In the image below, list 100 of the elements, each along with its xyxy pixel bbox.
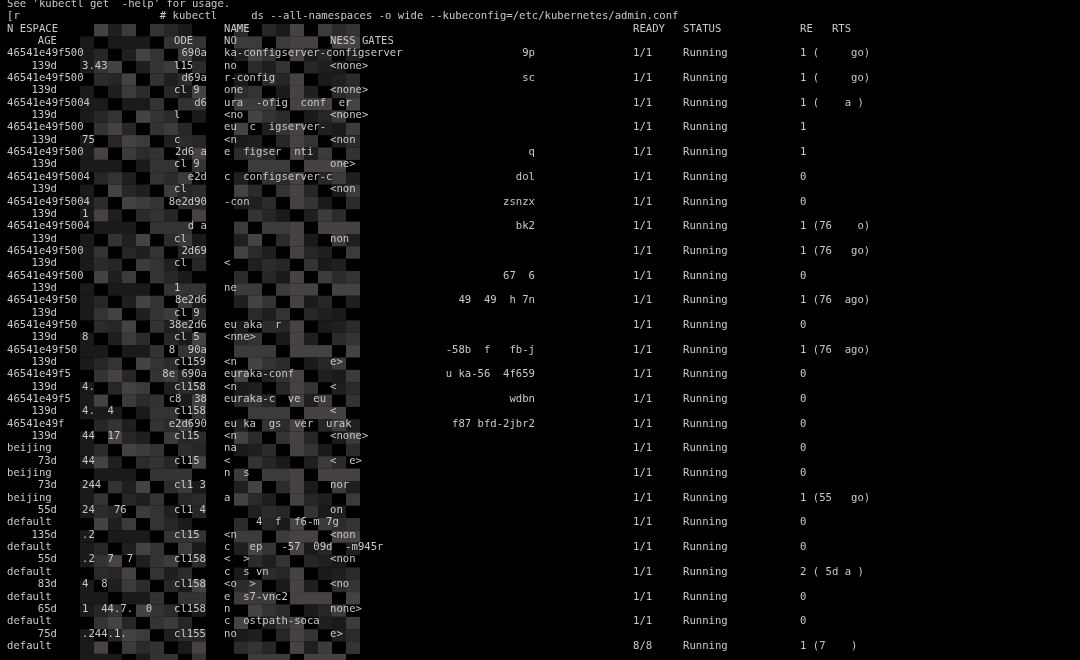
table-cell: 1 (76 o) xyxy=(800,219,871,232)
table-cell: euraka-c ve eu xyxy=(224,392,327,405)
table-cell: d a xyxy=(187,219,207,232)
table-cell: 65d xyxy=(37,601,57,614)
table-cell: Running xyxy=(683,614,728,627)
table-cell: cl158 xyxy=(174,601,206,614)
table-cell: 1/1 xyxy=(633,392,653,404)
table-cell: 3.43 xyxy=(82,58,108,71)
table-cell: 8e 690a xyxy=(162,367,207,380)
table-cell: 46541e49f50 xyxy=(7,317,78,331)
table-cell: 46541e49f5004 xyxy=(7,169,90,183)
table-cell: 4. xyxy=(82,379,95,392)
table-cell: 1/1 xyxy=(633,466,653,479)
table-cell: q xyxy=(528,145,535,158)
table-cell: Running xyxy=(683,145,728,158)
table-cell: ka-configserver-configserver xyxy=(224,46,403,59)
table-cell: 1 (76 ago) xyxy=(800,293,871,306)
table-cell: e> xyxy=(330,354,343,367)
table-cell: 0 xyxy=(800,392,807,404)
table-cell: l xyxy=(174,108,181,121)
table-cell: 46541e49f5 xyxy=(7,392,71,405)
table-cell: 0 xyxy=(800,589,807,602)
table-cell: 1/1 xyxy=(633,219,653,232)
table-cell: <n xyxy=(224,429,237,442)
table-cell: 139d xyxy=(31,157,57,170)
table-cell: Running xyxy=(683,169,728,182)
table-cell: 139d xyxy=(31,404,57,417)
prompt-text: [r xyxy=(7,9,20,22)
table-cell: 1/1 xyxy=(633,120,653,133)
table-cell: <n xyxy=(224,354,237,367)
table-cell: <none> xyxy=(330,83,369,96)
table-cell: c configserver-c xyxy=(224,169,333,183)
table-cell: 1/1 xyxy=(633,145,653,158)
table-cell: a xyxy=(224,490,231,504)
table-cell: beijing xyxy=(7,466,52,479)
column-header: NO xyxy=(224,34,237,47)
table-cell: Running xyxy=(683,416,728,429)
table-cell: 139d xyxy=(31,108,57,121)
table-cell: one> xyxy=(330,157,356,170)
table-cell: cl 9 xyxy=(174,83,200,96)
command-text: # kubectl xyxy=(159,9,218,22)
table-cell: c xyxy=(174,132,181,145)
table-cell-text: 4 f f6-m 7g xyxy=(254,515,339,528)
table-cell: 2d69 xyxy=(181,243,207,257)
table-cell: 8/8 xyxy=(633,638,653,651)
table-cell: 2 ( 5d a ) xyxy=(800,564,864,577)
table-cell: default xyxy=(7,515,52,528)
table-cell: <no xyxy=(224,108,244,121)
table-cell: sc xyxy=(522,71,535,84)
table-cell: Running xyxy=(683,540,728,553)
table-cell: 46541e49f500 xyxy=(7,71,84,84)
table-cell: c s vn xyxy=(224,564,269,578)
table-cell: euraka-conf xyxy=(224,367,295,380)
table-cell: cl 5 xyxy=(174,330,200,343)
table-cell: 1/1 xyxy=(633,268,653,281)
table-cell: u ka-56 4f659 xyxy=(445,367,535,380)
table-cell: < xyxy=(224,453,231,466)
table-cell: l15 xyxy=(174,58,194,71)
column-header: NESS GATES xyxy=(330,34,394,47)
table-cell: <o > xyxy=(224,577,256,590)
table-cell: cl15 xyxy=(174,429,200,442)
table-cell: cl158 xyxy=(174,577,206,590)
table-cell: 1 xyxy=(800,120,807,133)
table-cell: 46541e49f5004 xyxy=(7,95,90,109)
table-cell: 139d xyxy=(31,182,57,195)
column-header: ODE xyxy=(174,34,194,47)
table-cell: Running xyxy=(683,243,728,256)
table-cell: cl159 xyxy=(174,354,206,367)
table-cell: Running xyxy=(683,589,728,602)
table-cell: 139d xyxy=(31,305,57,318)
table-cell: Running xyxy=(683,71,728,84)
table-cell: on xyxy=(330,503,343,516)
table-cell: 1 (55 go) xyxy=(800,490,871,503)
table-cell: 46541e49f500 xyxy=(7,268,84,281)
table-cell: 1/1 xyxy=(633,367,653,380)
table-cell: no xyxy=(224,626,237,639)
table-cell: 8 90a xyxy=(168,342,207,355)
table-cell: 8e2d90 xyxy=(168,194,207,207)
table-cell: default xyxy=(7,614,52,627)
table-cell: 1 ( a ) xyxy=(800,95,864,108)
table-cell: 1 xyxy=(800,145,807,158)
table-cell: 0 xyxy=(800,367,807,380)
table-cell: cl xyxy=(174,231,187,244)
table-cell: cl xyxy=(174,182,187,195)
table-cell: nor xyxy=(330,478,350,491)
table-cell: 46541e49f5 xyxy=(7,367,71,380)
table-cell: 55d xyxy=(37,503,57,516)
table-cell: 46541e49f5004 xyxy=(7,219,90,232)
table-cell: <n xyxy=(224,132,237,145)
table-cell: 1/1 xyxy=(633,243,653,256)
table-cell: 46541e49f500 xyxy=(7,120,84,133)
table-cell: non xyxy=(330,231,350,244)
table-cell: 139d xyxy=(31,206,57,219)
table-cell: 46541e49f50 xyxy=(7,293,78,306)
table-cell: Running xyxy=(683,95,728,108)
table-cell: 1/1 xyxy=(633,95,653,108)
table-cell: cl1 3 xyxy=(174,478,206,491)
table-cell: Running xyxy=(683,638,728,651)
table-cell: 0 xyxy=(800,614,807,627)
table-cell: cl15 xyxy=(174,453,200,466)
